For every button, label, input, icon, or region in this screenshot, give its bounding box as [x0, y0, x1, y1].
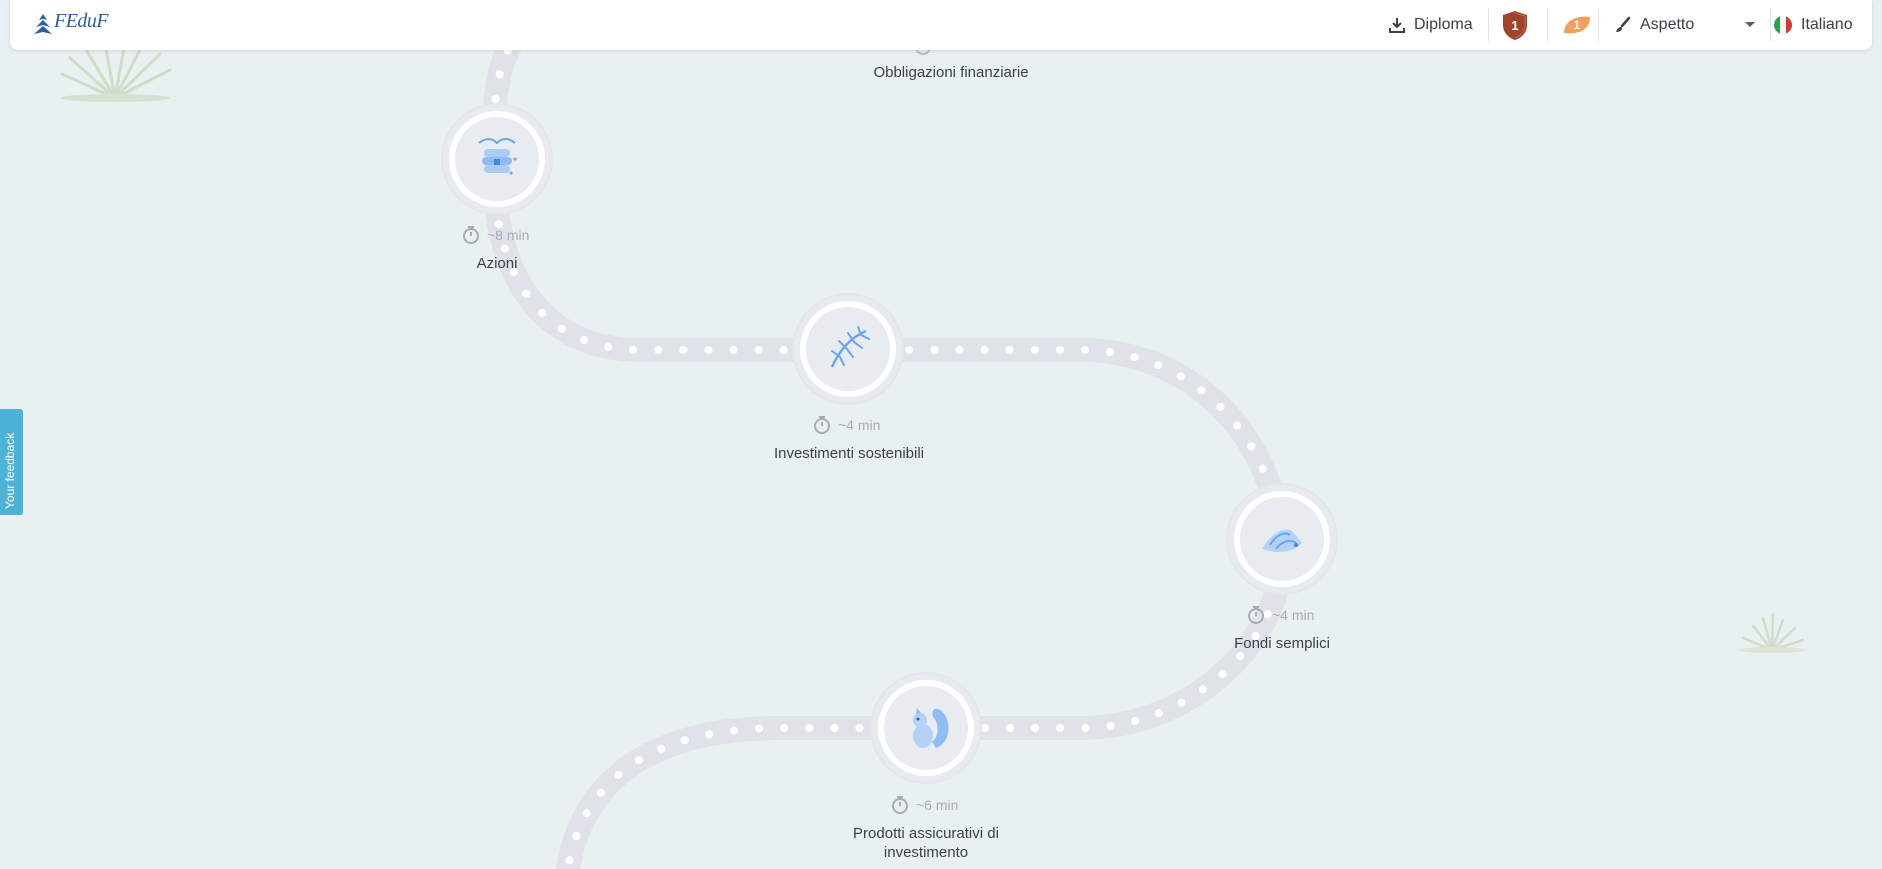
lesson-node-prodotti-assicurativi[interactable]	[872, 674, 980, 782]
stopwatch-icon	[1248, 606, 1264, 624]
brush-icon	[1616, 16, 1631, 32]
top-navigation-bar: FEduF Diploma 1 1 Aspetto Italiano	[10, 0, 1872, 50]
lesson-duration-azioni: ~8 min	[461, 225, 529, 245]
fish-school-icon	[1262, 529, 1302, 552]
lesson-title-prodotti-assicurativi[interactable]: Prodotti assicurativi di investimento	[826, 824, 1026, 862]
achievement-shield-badge[interactable]: 1	[1500, 0, 1534, 50]
lesson-node-investimenti-sostenibili[interactable]	[794, 295, 902, 403]
lesson-title-azioni[interactable]: Azioni	[397, 254, 597, 273]
lesson-title-investimenti-sostenibili[interactable]: Investimenti sostenibili	[749, 444, 949, 463]
lesson-node-azioni[interactable]	[443, 105, 551, 213]
lesson-title-fondi-semplici[interactable]: Fondi semplici	[1182, 634, 1382, 653]
appearance-dropdown[interactable]: Aspetto	[1614, 0, 1764, 50]
language-selector[interactable]: Italiano	[1773, 0, 1853, 50]
lesson-duration-fondi: ~4 min	[1246, 605, 1314, 625]
download-icon	[1389, 18, 1405, 33]
lesson-node-fondi-semplici[interactable]	[1228, 485, 1336, 593]
beehive-icon	[478, 138, 517, 175]
feedback-tab[interactable]: Your feedback	[0, 409, 23, 515]
stopwatch-icon	[892, 796, 908, 814]
diploma-button[interactable]: Diploma	[1388, 0, 1473, 50]
feduf-logo[interactable]: FEduF	[32, 10, 122, 42]
leaf-icon	[830, 326, 870, 368]
feduf-logo-mark-icon	[34, 14, 52, 34]
italy-flag-icon	[1774, 16, 1792, 34]
squirrel-icon	[913, 708, 949, 748]
stopwatch-icon	[814, 416, 830, 434]
leaf-points-badge[interactable]: 1	[1562, 0, 1594, 50]
stopwatch-icon	[463, 226, 479, 244]
lesson-title-obbligazioni[interactable]: Obbligazioni finanziarie	[851, 63, 1051, 82]
lesson-duration-investimenti: ~4 min	[812, 415, 880, 435]
chevron-down-icon	[1745, 22, 1755, 27]
lesson-duration-prodotti: ~6 min	[890, 795, 958, 815]
